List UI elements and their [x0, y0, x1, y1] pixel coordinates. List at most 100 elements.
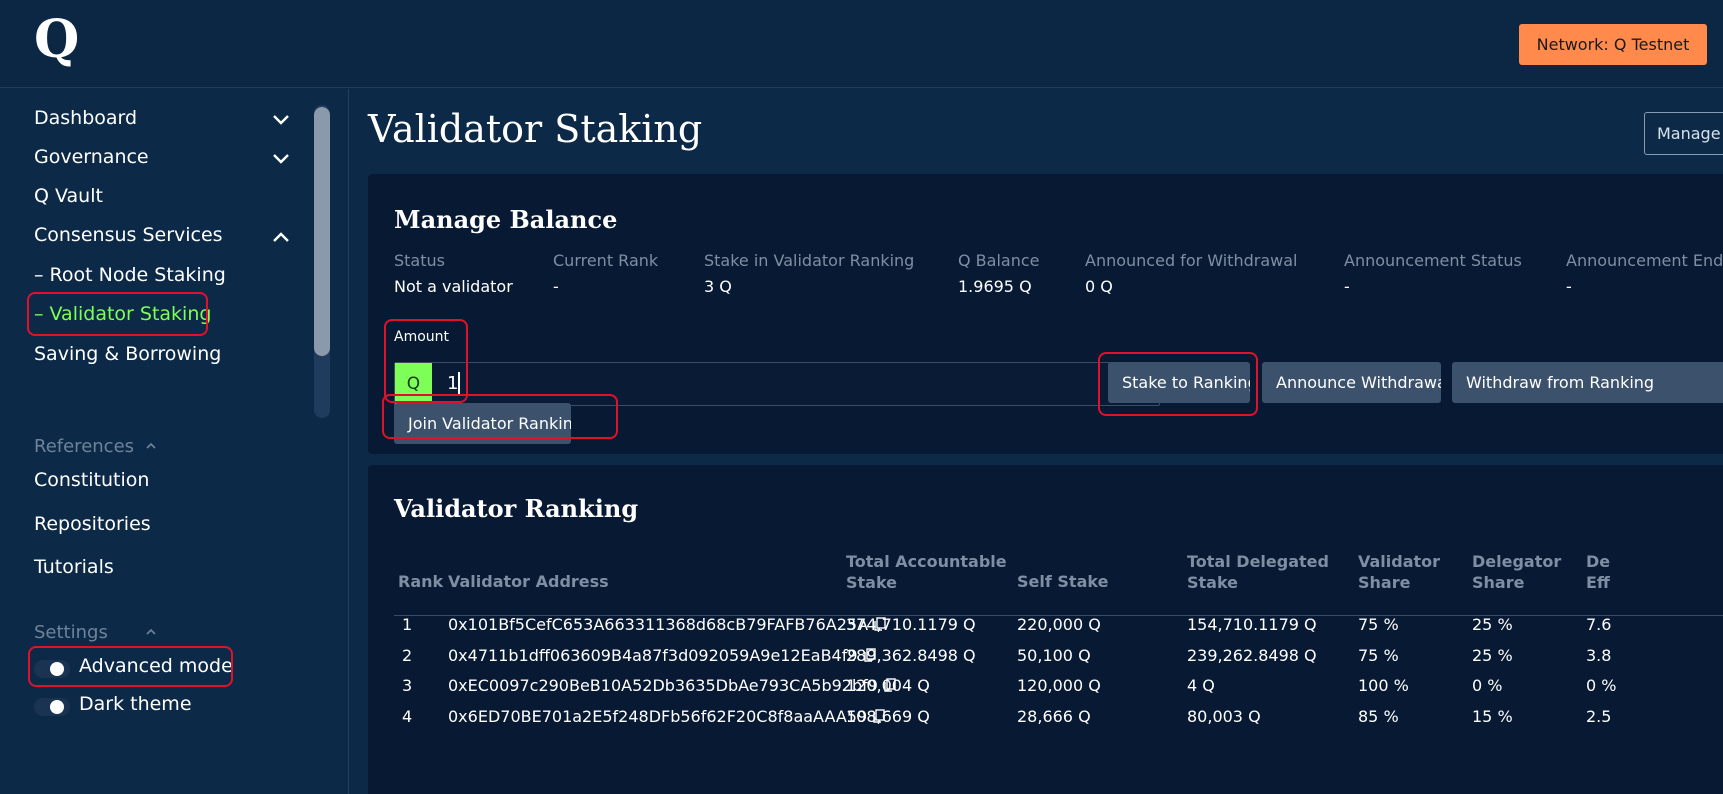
amount-value[interactable]: 1: [447, 373, 458, 394]
cell-text: 15 %: [1472, 707, 1513, 726]
validator-ranking-card: Validator Ranking Rank Validator Address T…: [368, 465, 1723, 794]
sidebar-item-repositories[interactable]: Repositories: [34, 513, 151, 535]
stake-to-ranking-button[interactable]: Stake to Ranking: [1108, 362, 1250, 403]
stat-value-announced-withdrawal: 0 Q: [1085, 277, 1113, 296]
chevron-down-icon[interactable]: [272, 113, 290, 127]
table-cell-validator-address[interactable]: 0x101Bf5CefC653A663311368d68cB79FAFB76A2…: [448, 615, 886, 634]
cell-text: 0x101Bf5CefC653A663311368d68cB79FAFB76A2…: [448, 615, 869, 634]
table-cell-validator-share: 85 %: [1358, 707, 1399, 726]
withdraw-from-ranking-button[interactable]: Withdraw from Ranking: [1452, 362, 1723, 403]
cell-text: 3.8: [1586, 646, 1612, 665]
column-header-total-delegated-stake[interactable]: Total Delegated Stake: [1187, 551, 1329, 593]
cell-text: 50,100 Q: [1017, 646, 1091, 665]
network-button[interactable]: Network: Q Testnet: [1519, 24, 1707, 65]
cell-text: 7.6: [1586, 615, 1612, 634]
advanced-mode-toggle[interactable]: [34, 660, 70, 678]
column-header-self-stake[interactable]: Self Stake: [1017, 571, 1108, 592]
sidebar-item-validator-staking[interactable]: – Validator Staking: [34, 303, 211, 325]
manage-balance-title: Manage Balance: [394, 205, 618, 234]
stat-label-stake-in-ranking: Stake in Validator Ranking: [704, 251, 915, 270]
sidebar-item-constitution[interactable]: Constitution: [34, 469, 149, 491]
sidebar-item-governance[interactable]: Governance: [34, 146, 149, 168]
table-cell-self-stake: 28,666 Q: [1017, 707, 1091, 726]
table-cell-validator-address[interactable]: 0x4711b1dff063609B4a87f3d092059A9e12EaB4…: [448, 646, 876, 665]
q-logo[interactable]: Q: [34, 14, 79, 66]
cell-text: 239,262.8498 Q: [1187, 646, 1317, 665]
page-title: Validator Staking: [368, 107, 703, 151]
column-header-delegator-eff[interactable]: De Eff: [1586, 551, 1610, 593]
stat-label-current-rank: Current Rank: [553, 251, 659, 270]
cell-text: 120,004 Q: [846, 676, 930, 695]
stat-value-current-rank: -: [553, 277, 559, 296]
chevron-up-icon[interactable]: [272, 230, 290, 244]
cell-text: 4: [402, 707, 413, 726]
amount-currency-prefix: Q: [395, 363, 432, 405]
column-header-validator-address[interactable]: Validator Address: [448, 571, 609, 592]
sidebar-scrollbar-thumb[interactable]: [314, 107, 330, 356]
stat-label-q-balance: Q Balance: [958, 251, 1040, 270]
cell-text: 25 %: [1472, 615, 1513, 634]
sidebar-item-dashboard[interactable]: Dashboard: [34, 107, 137, 129]
column-header-line: Rank: [398, 572, 444, 591]
column-header-total-accountable-stake[interactable]: Total Accountable Stake: [846, 551, 1007, 593]
cell-text: 154,710.1179 Q: [1187, 615, 1317, 634]
chevron-up-icon[interactable]: [145, 441, 157, 451]
cell-text: 80,003 Q: [1187, 707, 1261, 726]
column-header-line: Self Stake: [1017, 572, 1109, 591]
cell-text: 1: [402, 615, 413, 634]
column-header-line: Eff: [1586, 573, 1610, 592]
validator-ranking-title: Validator Ranking: [394, 494, 639, 523]
cell-text: 374,710.1179 Q: [846, 615, 976, 634]
dark-theme-toggle[interactable]: [34, 698, 70, 716]
column-header-line: Share: [1358, 573, 1411, 592]
main-content: Validator Staking Manage Manage Balance …: [350, 89, 1723, 794]
column-header-validator-share[interactable]: Validator Share: [1358, 551, 1440, 593]
references-label[interactable]: References: [34, 436, 134, 457]
table-cell-validator-address[interactable]: 0x6ED70BE701a2E5f248DFb56f62F20C8f8aaAAA…: [448, 707, 885, 726]
table-cell-delegator-eff: 3.8: [1586, 646, 1611, 665]
cell-text: 75 %: [1358, 646, 1399, 665]
amount-input[interactable]: Q 1: [394, 362, 1160, 406]
top-bar: Q Network: Q Testnet: [0, 0, 1723, 88]
text-caret: [458, 372, 460, 396]
column-header-line: Total Accountable: [846, 552, 1007, 571]
stat-value-status: Not a validator: [394, 277, 513, 296]
table-cell-delegator-eff: 2.5: [1586, 707, 1611, 726]
column-header-delegator-share[interactable]: Delegator Share: [1472, 551, 1561, 593]
stat-value-q-balance: 1.9695 Q: [958, 277, 1032, 296]
stat-value-stake-in-ranking: 3 Q: [704, 277, 732, 296]
cell-text: 85 %: [1358, 707, 1399, 726]
chevron-up-icon[interactable]: [145, 627, 157, 637]
announce-withdrawal-button[interactable]: Announce Withdrawal: [1262, 362, 1441, 403]
cell-text: 220,000 Q: [1017, 615, 1101, 634]
manage-button[interactable]: Manage: [1644, 112, 1723, 155]
cell-text: 2: [402, 646, 413, 665]
manage-balance-card: Manage Balance Status Not a validator Cu…: [368, 174, 1723, 454]
sidebar-item-saving-borrowing[interactable]: Saving & Borrowing: [34, 343, 221, 365]
cell-text: 120,000 Q: [1017, 676, 1101, 695]
cell-text: 108,669 Q: [846, 707, 930, 726]
cell-text: 2.5: [1586, 707, 1612, 726]
sidebar-item-tutorials[interactable]: Tutorials: [34, 556, 114, 578]
amount-label: Amount: [394, 329, 450, 345]
table-cell-self-stake: 50,100 Q: [1017, 646, 1091, 665]
sidebar-item-consensus-services[interactable]: Consensus Services: [34, 224, 223, 246]
toggle-knob: [50, 662, 64, 676]
table-cell-rank: 1: [402, 615, 412, 634]
settings-label[interactable]: Settings: [34, 622, 108, 643]
table-cell-self-stake: 120,000 Q: [1017, 676, 1101, 695]
chevron-down-icon[interactable]: [272, 152, 290, 166]
column-header-line: Validator: [1358, 552, 1441, 571]
cell-text: 25 %: [1472, 646, 1513, 665]
table-cell-total-accountable-stake: 108,669 Q: [846, 707, 930, 726]
column-header-rank[interactable]: Rank: [398, 571, 443, 592]
column-header-line: Share: [1472, 573, 1525, 592]
table-cell-delegator-eff: 0 %: [1586, 676, 1616, 695]
sidebar-item-root-node-staking[interactable]: – Root Node Staking: [34, 264, 226, 286]
join-validator-ranking-button[interactable]: Join Validator Ranking: [394, 403, 571, 444]
column-header-line: De: [1586, 552, 1611, 571]
table-cell-validator-share: 100 %: [1358, 676, 1409, 695]
table-cell-self-stake: 220,000 Q: [1017, 615, 1101, 634]
sidebar-item-q-vault[interactable]: Q Vault: [34, 185, 103, 207]
table-cell-validator-address[interactable]: 0xEC0097c290BeB10A52Db3635DbAe793CA5b92b…: [448, 676, 896, 695]
